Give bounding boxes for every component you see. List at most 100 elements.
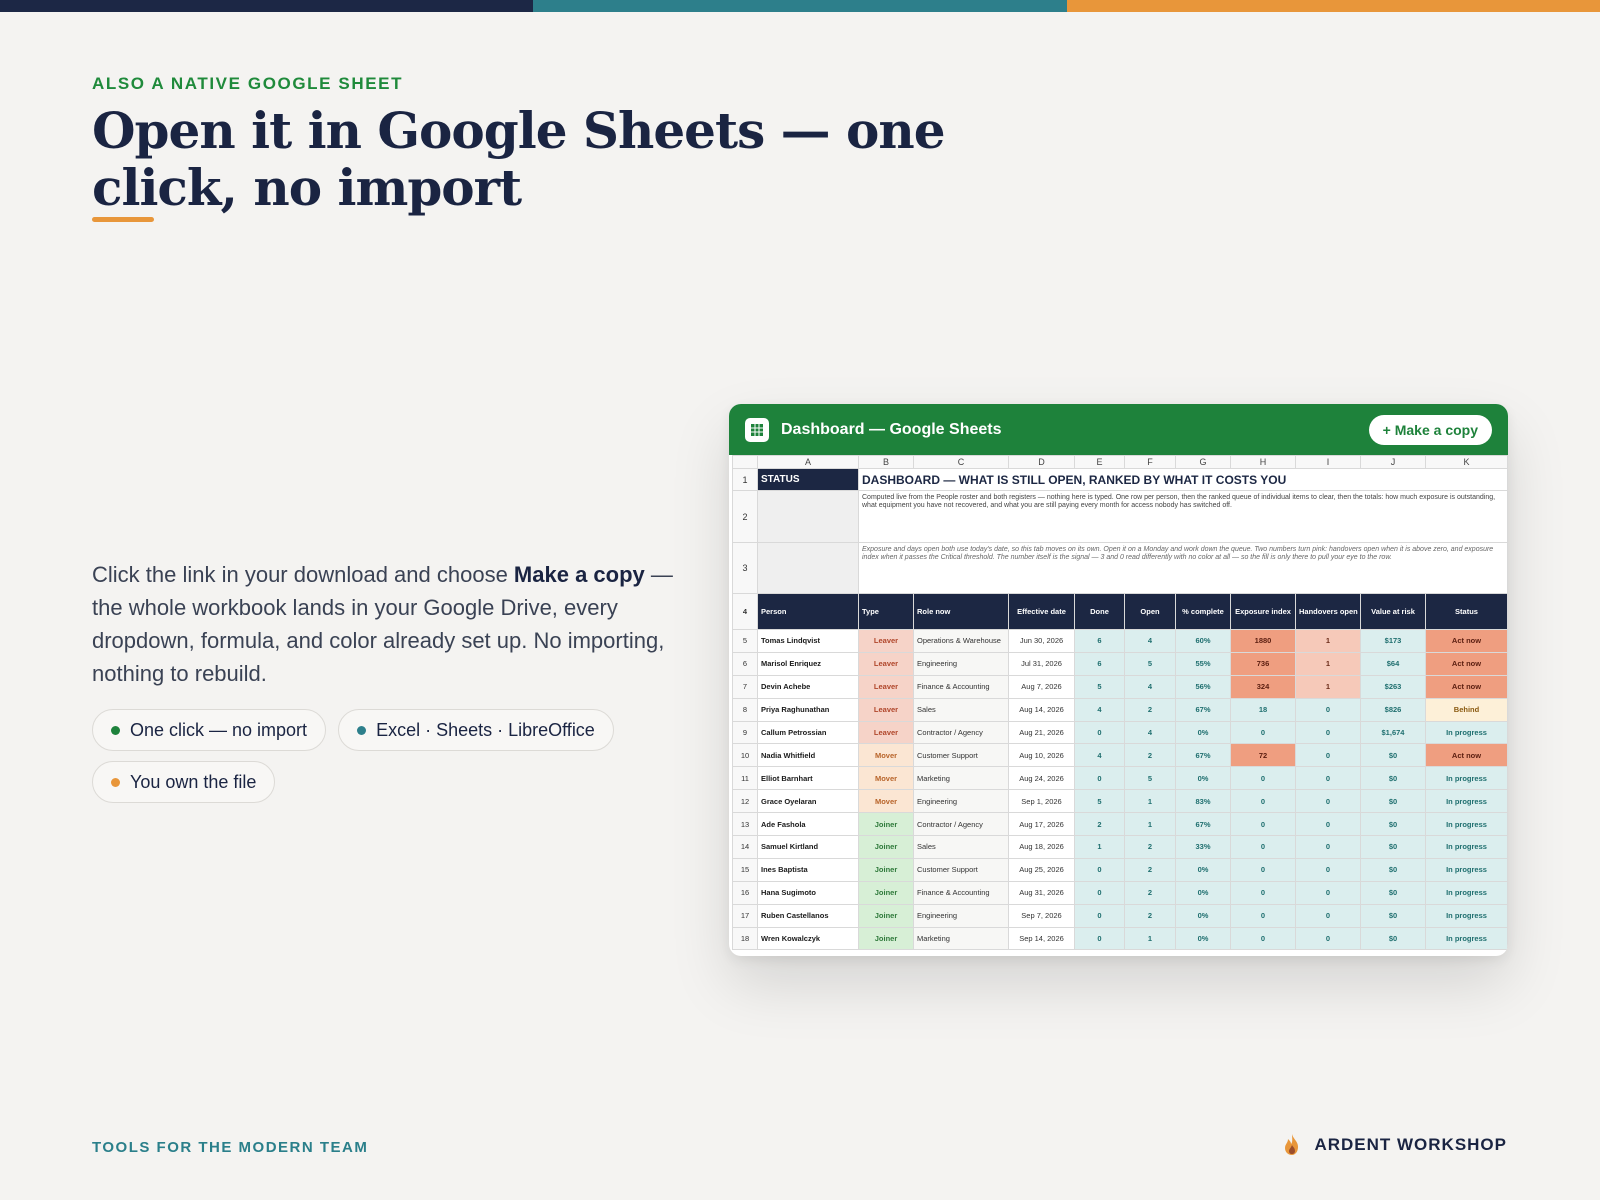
handovers-cell[interactable]: 0 (1295, 812, 1361, 837)
type-cell[interactable]: Leaver (858, 674, 914, 699)
person-cell[interactable]: Grace Oyelaran (757, 789, 859, 814)
percent-cell[interactable]: 0% (1175, 926, 1231, 951)
date-cell[interactable]: Aug 25, 2026 (1008, 857, 1075, 882)
handovers-cell[interactable]: 0 (1295, 903, 1361, 928)
handovers-cell[interactable]: 0 (1295, 857, 1361, 882)
done-cell[interactable]: 2 (1074, 812, 1125, 837)
done-cell[interactable]: 0 (1074, 857, 1125, 882)
date-cell[interactable]: Jun 30, 2026 (1008, 629, 1075, 653)
status-cell[interactable]: In progress (1425, 720, 1508, 745)
done-cell[interactable]: 6 (1074, 651, 1125, 676)
status-cell[interactable]: In progress (1425, 789, 1508, 814)
open-cell[interactable]: 4 (1124, 629, 1176, 653)
column-header[interactable]: Type (858, 593, 914, 630)
exposure-cell[interactable]: 0 (1230, 720, 1296, 745)
status-cell[interactable]: In progress (1425, 766, 1508, 791)
handovers-cell[interactable]: 0 (1295, 789, 1361, 814)
date-cell[interactable]: Aug 7, 2026 (1008, 674, 1075, 699)
exposure-cell[interactable]: 0 (1230, 926, 1296, 951)
status-cell[interactable]: In progress (1425, 857, 1508, 882)
exposure-cell[interactable]: 324 (1230, 674, 1296, 699)
open-cell[interactable]: 5 (1124, 766, 1176, 791)
value-cell[interactable]: $0 (1360, 789, 1426, 814)
date-cell[interactable]: Sep 7, 2026 (1008, 903, 1075, 928)
person-cell[interactable]: Wren Kowalczyk (757, 926, 859, 951)
open-cell[interactable]: 1 (1124, 926, 1176, 951)
dashboard-title[interactable]: DASHBOARD — WHAT IS STILL OPEN, RANKED B… (858, 468, 1508, 491)
exposure-cell[interactable]: 0 (1230, 857, 1296, 882)
value-cell[interactable]: $1,674 (1360, 720, 1426, 745)
date-cell[interactable]: Aug 24, 2026 (1008, 766, 1075, 791)
exposure-cell[interactable]: 736 (1230, 651, 1296, 676)
open-cell[interactable]: 2 (1124, 835, 1176, 859)
role-cell[interactable]: Marketing (913, 926, 1009, 951)
date-cell[interactable]: Aug 18, 2026 (1008, 835, 1075, 859)
exposure-cell[interactable]: 0 (1230, 789, 1296, 814)
type-cell[interactable]: Leaver (858, 720, 914, 745)
role-cell[interactable]: Customer Support (913, 743, 1009, 768)
done-cell[interactable]: 5 (1074, 789, 1125, 814)
role-cell[interactable]: Customer Support (913, 857, 1009, 882)
handovers-cell[interactable]: 0 (1295, 743, 1361, 768)
handovers-cell[interactable]: 0 (1295, 835, 1361, 859)
percent-cell[interactable]: 0% (1175, 766, 1231, 791)
status-cell[interactable]: In progress (1425, 812, 1508, 837)
percent-cell[interactable]: 0% (1175, 903, 1231, 928)
status-label-cell[interactable]: STATUS (757, 468, 859, 491)
date-cell[interactable]: Aug 21, 2026 (1008, 720, 1075, 745)
done-cell[interactable]: 4 (1074, 697, 1125, 722)
column-header[interactable]: Value at risk (1360, 593, 1426, 630)
column-letter[interactable]: I (1295, 455, 1361, 469)
status-cell[interactable]: Act now (1425, 651, 1508, 676)
handovers-cell[interactable]: 0 (1295, 880, 1361, 905)
column-letter[interactable]: A (757, 455, 859, 469)
handovers-cell[interactable]: 0 (1295, 766, 1361, 791)
column-header[interactable]: % complete (1175, 593, 1231, 630)
column-letter[interactable]: H (1230, 455, 1296, 469)
person-cell[interactable]: Callum Petrossian (757, 720, 859, 745)
person-cell[interactable]: Tomas Lindqvist (757, 629, 859, 653)
type-cell[interactable]: Leaver (858, 629, 914, 653)
open-cell[interactable]: 4 (1124, 674, 1176, 699)
value-cell[interactable]: $0 (1360, 926, 1426, 951)
type-cell[interactable]: Joiner (858, 857, 914, 882)
exposure-cell[interactable]: 0 (1230, 812, 1296, 837)
person-cell[interactable]: Priya Raghunathan (757, 697, 859, 722)
column-letter[interactable]: B (858, 455, 914, 469)
value-cell[interactable]: $0 (1360, 903, 1426, 928)
empty-cell[interactable] (757, 542, 859, 594)
percent-cell[interactable]: 83% (1175, 789, 1231, 814)
value-cell[interactable]: $173 (1360, 629, 1426, 653)
type-cell[interactable]: Mover (858, 789, 914, 814)
column-letter[interactable]: E (1074, 455, 1125, 469)
role-cell[interactable]: Finance & Accounting (913, 880, 1009, 905)
person-cell[interactable]: Elliot Barnhart (757, 766, 859, 791)
column-header[interactable]: Person (757, 593, 859, 630)
value-cell[interactable]: $263 (1360, 674, 1426, 699)
make-a-copy-button[interactable]: + Make a copy (1368, 414, 1492, 445)
done-cell[interactable]: 0 (1074, 720, 1125, 745)
dashboard-description[interactable]: Computed live from the People roster and… (858, 490, 1508, 543)
role-cell[interactable]: Contractor / Agency (913, 720, 1009, 745)
exposure-cell[interactable]: 1880 (1230, 629, 1296, 653)
status-cell[interactable]: Behind (1425, 697, 1508, 722)
percent-cell[interactable]: 0% (1175, 857, 1231, 882)
column-header[interactable]: Role now (913, 593, 1009, 630)
role-cell[interactable]: Marketing (913, 766, 1009, 791)
percent-cell[interactable]: 60% (1175, 629, 1231, 653)
column-header[interactable]: Effective date (1008, 593, 1075, 630)
open-cell[interactable]: 1 (1124, 789, 1176, 814)
open-cell[interactable]: 4 (1124, 720, 1176, 745)
status-cell[interactable]: Act now (1425, 629, 1508, 653)
role-cell[interactable]: Engineering (913, 903, 1009, 928)
done-cell[interactable]: 0 (1074, 903, 1125, 928)
open-cell[interactable]: 2 (1124, 743, 1176, 768)
person-cell[interactable]: Samuel Kirtland (757, 835, 859, 859)
open-cell[interactable]: 2 (1124, 857, 1176, 882)
exposure-cell[interactable]: 72 (1230, 743, 1296, 768)
status-cell[interactable]: Act now (1425, 674, 1508, 699)
type-cell[interactable]: Mover (858, 766, 914, 791)
exposure-cell[interactable]: 0 (1230, 903, 1296, 928)
role-cell[interactable]: Sales (913, 835, 1009, 859)
role-cell[interactable]: Engineering (913, 789, 1009, 814)
